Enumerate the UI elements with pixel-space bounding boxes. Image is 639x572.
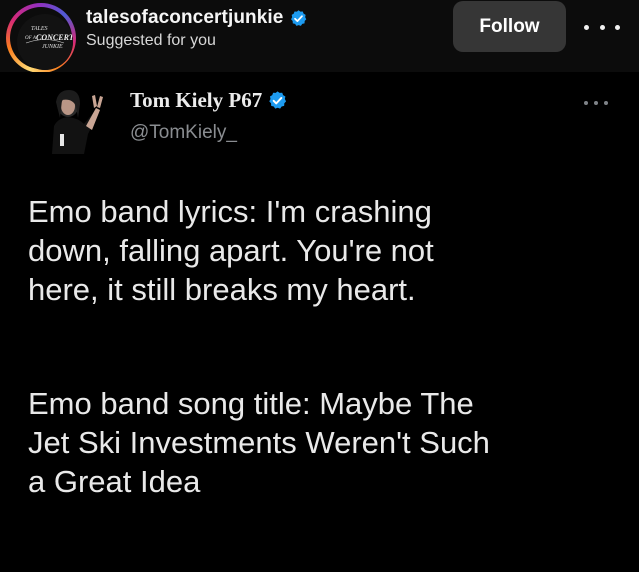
tweet-text-line: a Great Idea	[28, 464, 201, 499]
post-header: TALES OF A CONCERT JUNKIE talesofaconcer…	[0, 0, 639, 73]
tweet-text-line: here, it still breaks my heart.	[28, 272, 416, 307]
tweet-handle: @TomKiely_	[130, 122, 237, 143]
tweet-name-row: Tom Kiely P67	[130, 88, 288, 113]
verified-badge-icon	[291, 9, 307, 26]
more-dot	[604, 101, 608, 105]
tweet-paragraph-1: Emo band lyrics: I'm crashing down, fall…	[28, 192, 628, 309]
more-dot	[615, 24, 620, 30]
account-logo-icon: TALES OF A CONCERT JUNKIE	[17, 14, 73, 70]
avatar-logo-line-1: TALES	[31, 26, 48, 32]
account-avatar[interactable]: TALES OF A CONCERT JUNKIE	[17, 14, 73, 70]
tweet-display-name: Tom Kiely P67	[130, 88, 263, 112]
story-ring-gap: TALES OF A CONCERT JUNKIE	[10, 7, 73, 70]
suggested-label: Suggested for you	[86, 32, 216, 49]
tweet-paragraph-2: Emo band song title: Maybe The Jet Ski I…	[28, 384, 628, 501]
avatar-logo-line-4: JUNKIE	[42, 44, 63, 50]
more-dot	[599, 24, 605, 30]
follow-button[interactable]: Follow	[453, 1, 566, 52]
tweet-text-line: Emo band song title: Maybe The	[28, 386, 474, 421]
tweet-screenshot: Tom Kiely P67 @TomKiely_ Emo band lyrics…	[0, 72, 639, 572]
more-dot	[594, 101, 598, 105]
tweet-author-avatar	[42, 84, 110, 154]
verified-badge-icon	[269, 91, 287, 109]
tweet-more-icon	[584, 99, 608, 107]
story-ring[interactable]: TALES OF A CONCERT JUNKIE	[6, 3, 76, 73]
more-dot	[584, 24, 589, 30]
username-row: talesofaconcertjunkie	[86, 6, 308, 30]
tweet-text-line: Emo band lyrics: I'm crashing	[28, 194, 432, 229]
more-options-icon[interactable]	[584, 18, 620, 36]
account-username[interactable]: talesofaconcertjunkie	[86, 7, 283, 29]
tweet-text-line: down, falling apart. You're not	[28, 233, 434, 268]
tweet-text-line: Jet Ski Investments Weren't Such	[28, 425, 490, 460]
more-dot	[584, 101, 588, 105]
